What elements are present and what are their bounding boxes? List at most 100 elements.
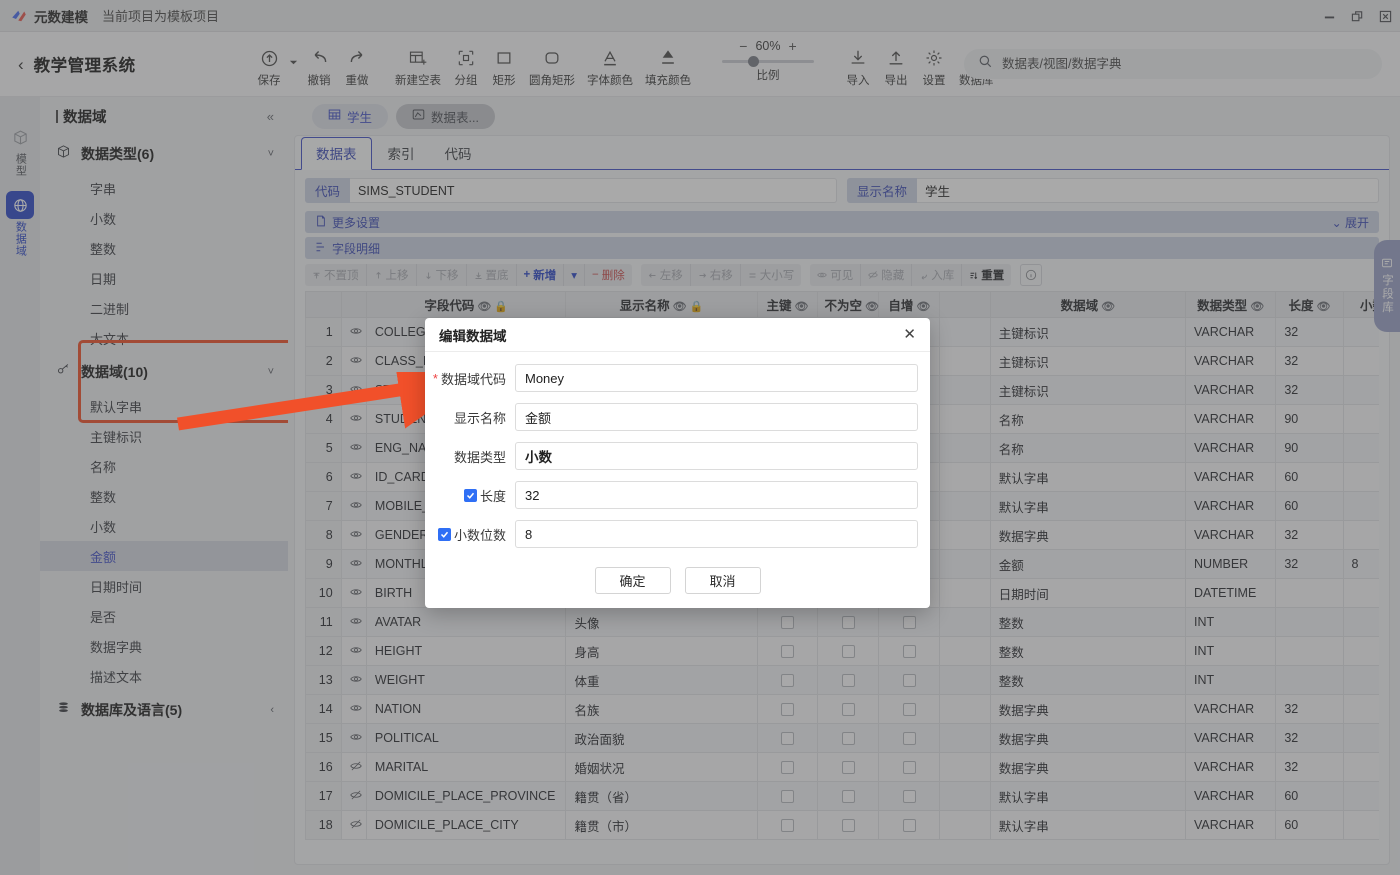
row-checkbox[interactable] [842, 645, 855, 658]
cell-length[interactable]: 60 [1276, 492, 1343, 521]
row-checkbox[interactable] [903, 616, 916, 629]
row-visibility-icon[interactable] [341, 405, 366, 434]
cell-decimal[interactable] [1343, 492, 1379, 521]
zoom-out-button[interactable]: − [739, 39, 747, 53]
cell-display-name[interactable]: 头像 [566, 608, 757, 637]
cell-length[interactable]: 60 [1276, 463, 1343, 492]
row-checkbox[interactable] [781, 819, 794, 832]
cell-length[interactable]: 32 [1276, 695, 1343, 724]
field-display-name[interactable]: 显示名称 学生 [847, 178, 1379, 203]
col-primary-key[interactable]: 主键👁 [757, 292, 818, 318]
row-visibility-icon[interactable] [341, 695, 366, 724]
cell-primary-key[interactable] [757, 724, 818, 753]
cell-auto-increment[interactable] [879, 782, 940, 811]
row-visibility-icon[interactable] [341, 434, 366, 463]
row-visibility-icon[interactable] [341, 666, 366, 695]
cell-display-name[interactable]: 名族 [566, 695, 757, 724]
delete-field-button[interactable]: − 删除 [585, 264, 632, 286]
cell-data-domain[interactable]: 名称 [990, 405, 1185, 434]
cell-auto-increment[interactable] [879, 753, 940, 782]
table-row[interactable]: 18DOMICILE_PLACE_CITY籍贯（市）默认字串VARCHAR60 [306, 811, 1380, 840]
cell-field-code[interactable]: AVATAR [366, 608, 566, 637]
move-down-button[interactable]: 下移 [417, 264, 467, 286]
col-data-domain[interactable]: 数据域👁 [990, 292, 1185, 318]
export-button[interactable]: 导出 [877, 41, 915, 96]
cell-data-domain[interactable]: 默认字串 [990, 463, 1185, 492]
cell-decimal[interactable] [1343, 724, 1379, 753]
cell-data-domain[interactable]: 整数 [990, 637, 1185, 666]
cell-decimal[interactable] [1343, 753, 1379, 782]
cell-length[interactable] [1276, 579, 1343, 608]
dialog-input-decimal[interactable]: 8 [515, 520, 918, 548]
cell-data-domain[interactable]: 默认字串 [990, 811, 1185, 840]
confirm-button[interactable]: 确定 [595, 567, 671, 594]
cell-field-code[interactable]: HEIGHT [366, 637, 566, 666]
col-auto-increment[interactable]: 自增👁 [879, 292, 940, 318]
cell-decimal[interactable] [1343, 405, 1379, 434]
cell-decimal[interactable] [1343, 434, 1379, 463]
cell-decimal[interactable] [1343, 521, 1379, 550]
cell-length[interactable]: 32 [1276, 724, 1343, 753]
cell-data-type[interactable]: VARCHAR [1186, 782, 1276, 811]
font-color-button[interactable]: 字体颜色 [581, 41, 639, 96]
tab-code[interactable]: 代码 [431, 138, 486, 169]
col-data-type[interactable]: 数据类型👁 [1186, 292, 1276, 318]
cell-primary-key[interactable] [757, 811, 818, 840]
pin-top-button[interactable]: 不置顶 [305, 264, 367, 286]
cell-auto-increment[interactable] [879, 811, 940, 840]
rounded-rectangle-button[interactable]: 圆角矩形 [523, 41, 581, 96]
row-visibility-icon[interactable] [341, 724, 366, 753]
table-row[interactable]: 13WEIGHT体重整数INT [306, 666, 1380, 695]
cell-data-type[interactable]: VARCHAR [1186, 463, 1276, 492]
decimal-checkbox[interactable] [438, 528, 451, 541]
table-row[interactable]: 17DOMICILE_PLACE_PROVINCE籍贯（省）默认字串VARCHA… [306, 782, 1380, 811]
col-length[interactable]: 长度👁 [1276, 292, 1343, 318]
table-row[interactable]: 16MARITAL婚姻状况数据字典VARCHAR32 [306, 753, 1380, 782]
row-checkbox[interactable] [903, 761, 916, 774]
cell-data-type[interactable]: VARCHAR [1186, 811, 1276, 840]
restore-icon[interactable] [1350, 9, 1364, 23]
cell-data-domain[interactable]: 主键标识 [990, 347, 1185, 376]
field-code[interactable]: 代码 SIMS_STUDENT [305, 178, 837, 203]
sidebar-item-domain-2[interactable]: 名称 [40, 451, 288, 481]
cell-length[interactable] [1276, 666, 1343, 695]
chip-student[interactable]: 学生 [312, 104, 388, 129]
row-visibility-icon[interactable] [341, 608, 366, 637]
row-visibility-icon[interactable] [341, 637, 366, 666]
cell-data-domain[interactable]: 主键标识 [990, 376, 1185, 405]
row-checkbox[interactable] [903, 819, 916, 832]
cell-data-domain[interactable]: 整数 [990, 666, 1185, 695]
row-visibility-icon[interactable] [341, 376, 366, 405]
zoom-slider[interactable] [722, 60, 814, 63]
sidebar-item-datatype-3[interactable]: 日期 [40, 263, 288, 293]
move-right-button[interactable]: 右移 [691, 264, 741, 286]
row-checkbox[interactable] [781, 790, 794, 803]
cell-length[interactable]: 32 [1276, 753, 1343, 782]
cell-data-type[interactable]: VARCHAR [1186, 521, 1276, 550]
cell-decimal[interactable] [1343, 811, 1379, 840]
cell-primary-key[interactable] [757, 637, 818, 666]
dialog-input-length[interactable]: 32 [515, 481, 918, 509]
sidebar-item-domain-1[interactable]: 主键标识 [40, 421, 288, 451]
sidebar-group-header-databases[interactable]: 数据库及语言(5) ‹ [40, 691, 288, 729]
row-visibility-icon[interactable] [341, 463, 366, 492]
cell-decimal[interactable] [1343, 463, 1379, 492]
cell-primary-key[interactable] [757, 666, 818, 695]
row-checkbox[interactable] [903, 790, 916, 803]
sidebar-item-domain-7[interactable]: 是否 [40, 601, 288, 631]
fill-color-button[interactable]: 填充颜色 [639, 41, 697, 96]
row-checkbox[interactable] [903, 732, 916, 745]
cell-length[interactable] [1276, 608, 1343, 637]
show-button[interactable]: 可见 [810, 264, 861, 286]
close-icon[interactable]: ✕ [903, 327, 916, 342]
cell-decimal[interactable] [1343, 695, 1379, 724]
cell-length[interactable]: 32 [1276, 318, 1343, 347]
cell-data-type[interactable]: VARCHAR [1186, 724, 1276, 753]
move-up-button[interactable]: 上移 [367, 264, 417, 286]
sidebar-group-header-datadomains[interactable]: 数据域(10) ˅ [40, 353, 288, 391]
back-icon[interactable]: ‹ [18, 56, 24, 73]
tab-datatable[interactable]: 数据表 [301, 137, 372, 170]
cell-data-type[interactable]: NUMBER [1186, 550, 1276, 579]
cell-length[interactable]: 32 [1276, 347, 1343, 376]
cell-data-type[interactable]: VARCHAR [1186, 753, 1276, 782]
